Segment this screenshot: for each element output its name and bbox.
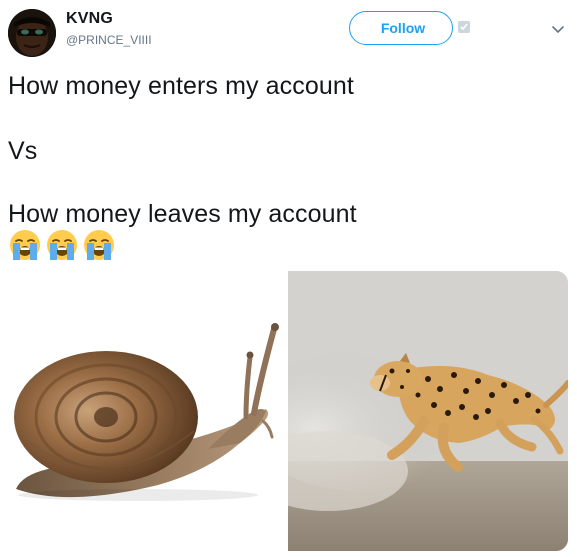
cheetah-image (288, 271, 568, 551)
avatar[interactable] (8, 9, 56, 57)
emoji-row (9, 229, 115, 261)
loudly-crying-face-icon (10, 230, 40, 260)
follow-button-label: Follow (380, 20, 426, 36)
snail-photo[interactable] (8, 271, 284, 551)
tweet-header: KVNG @PRINCE_VIIII Follow (0, 0, 577, 64)
tweet-text-line-3: How money leaves my account (8, 200, 357, 228)
loudly-crying-face-icon (47, 230, 77, 260)
follow-button[interactable]: Follow (349, 11, 453, 45)
chevron-down-icon[interactable] (551, 25, 565, 35)
display-name[interactable]: KVNG (66, 10, 113, 28)
user-handle[interactable]: @PRINCE_VIIII (66, 33, 152, 47)
verified-followed-icon (458, 21, 470, 33)
snail-image (14, 323, 279, 501)
cheetah-photo[interactable] (288, 271, 568, 551)
loudly-crying-face-icon (84, 230, 114, 260)
tweet-media (8, 271, 568, 551)
avatar-image (8, 9, 56, 57)
tweet-text-line-2: Vs (8, 137, 38, 165)
tweet-text-line-1: How money enters my account (8, 72, 354, 100)
